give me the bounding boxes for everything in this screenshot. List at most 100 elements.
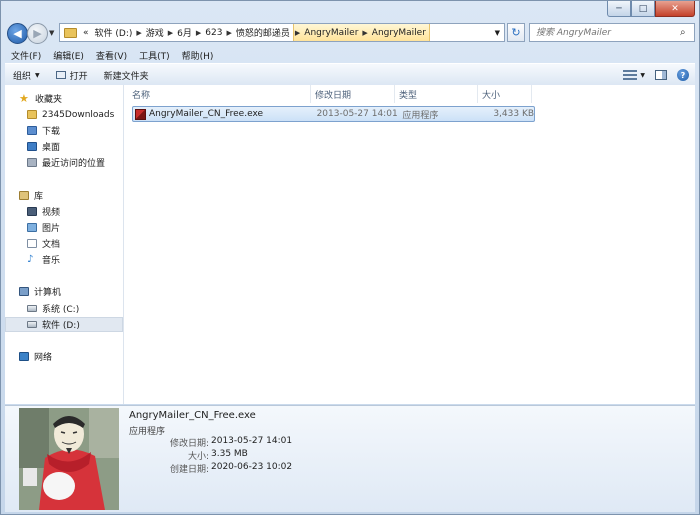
caption-buttons: ─ □ ✕ [607, 1, 695, 17]
sidebar-item-drive-d[interactable]: 软件 (D:) [5, 317, 123, 332]
folder-icon [27, 110, 37, 119]
breadcrumb-angrymailer-1[interactable]: AngryMailer [301, 28, 361, 38]
sidebar-item-label: 音乐 [42, 256, 61, 266]
recent-places-icon [27, 158, 37, 167]
sidebar-item-label: 下载 [42, 127, 61, 137]
breadcrumb-arrow-icon[interactable]: ▶ [195, 29, 202, 37]
recent-pages-dropdown[interactable]: ▼ [49, 29, 54, 37]
close-button[interactable]: ✕ [655, 1, 695, 17]
menu-edit[interactable]: 编辑(E) [47, 49, 90, 62]
sidebar-item-libraries[interactable]: 库 [19, 188, 137, 203]
command-bar: 组织 ▼ 打开 新建文件夹 ▼ ? [5, 63, 695, 87]
details-pane: AngryMailer_CN_Free.exe 应用程序 修改日期: 2013-… [5, 405, 695, 512]
drive-icon [27, 305, 37, 312]
breadcrumb-angry-postman[interactable]: 愤怒的邮递员 [233, 26, 293, 39]
sidebar-item-label: 计算机 [34, 288, 62, 298]
breadcrumb-arrow-icon[interactable]: ▶ [225, 29, 232, 37]
details-file-name: AngryMailer_CN_Free.exe [129, 410, 256, 421]
column-headers: 名称 修改日期 类型 大小 [128, 85, 695, 103]
forward-button[interactable]: ▶ [27, 23, 48, 44]
chevron-down-icon: ▼ [640, 71, 645, 79]
breadcrumb-arrow-icon[interactable]: ▶ [135, 29, 142, 37]
address-bar[interactable]: « 软件 (D:) ▶ 游戏 ▶ 6月 ▶ 623 ▶ 愤怒的邮递员 ▶ Ang… [59, 23, 505, 42]
breadcrumb-arrow-icon[interactable]: ▶ [167, 29, 174, 37]
sidebar-item-favorites[interactable]: ★ 收藏夹 [19, 91, 137, 106]
column-header-date[interactable]: 修改日期 [311, 85, 395, 103]
file-name: AngryMailer_CN_Free.exe [148, 109, 264, 119]
music-note-icon: ♪ [27, 253, 34, 265]
sidebar-item-label: 软件 (D:) [42, 321, 80, 331]
organize-button[interactable]: 组织 ▼ [5, 69, 48, 82]
breadcrumb-highlight: ▶ AngryMailer ▶ AngryMailer [292, 24, 430, 41]
sidebar-item-label: 系统 (C:) [42, 305, 80, 315]
file-type: 应用程序 [402, 110, 439, 121]
breadcrumb-623[interactable]: 623 [202, 28, 225, 38]
menu-file[interactable]: 文件(F) [5, 49, 47, 62]
new-folder-button[interactable]: 新建文件夹 [96, 69, 157, 82]
computer-icon [19, 287, 29, 296]
details-created-row: 创建日期: 2020-06-23 10:02 [129, 462, 379, 475]
details-size-value: 3.35 MB [211, 449, 248, 459]
navigation-bar: ◀ ▶ ▼ « 软件 (D:) ▶ 游戏 ▶ 6月 ▶ 623 ▶ 愤怒的邮递员… [7, 21, 695, 45]
network-icon [19, 352, 29, 361]
back-button[interactable]: ◀ [7, 23, 28, 44]
minimize-button[interactable]: ─ [607, 1, 631, 17]
sidebar-item-label: 网络 [34, 353, 53, 363]
breadcrumb-drive[interactable]: 软件 (D:) [92, 26, 136, 39]
details-size-row: 大小: 3.35 MB [129, 449, 379, 462]
desktop-icon [27, 142, 37, 151]
open-label: 打开 [69, 71, 88, 82]
search-icon[interactable]: ⌕ [680, 27, 694, 38]
download-folder-icon [27, 126, 37, 135]
toolbar-right: ▼ ? [623, 69, 695, 81]
details-created-label: 创建日期: [169, 465, 209, 475]
sidebar-item-label: 收藏夹 [35, 95, 63, 105]
breadcrumb-arrow-icon[interactable]: ▶ [294, 29, 301, 37]
new-folder-label: 新建文件夹 [103, 71, 149, 82]
address-overflow[interactable]: « [80, 28, 92, 38]
breadcrumb-june[interactable]: 6月 [174, 26, 195, 39]
file-list[interactable]: 名称 修改日期 类型 大小 AngryMailer_CN_Free.exe 20… [124, 85, 695, 404]
file-thumbnail [19, 408, 119, 510]
column-header-size[interactable]: 大小 [478, 85, 532, 103]
menu-tools[interactable]: 工具(T) [133, 49, 176, 62]
sidebar-item-label: 图片 [42, 224, 61, 234]
details-created-value: 2020-06-23 10:02 [211, 462, 293, 472]
app-icon [135, 108, 146, 120]
breadcrumb-games[interactable]: 游戏 [143, 26, 167, 39]
details-modified-value: 2013-05-27 14:01 [211, 436, 293, 446]
help-icon[interactable]: ? [677, 69, 689, 81]
thumbnail-image [19, 408, 119, 510]
sidebar-item-label: 库 [34, 192, 44, 202]
details-size-label: 大小: [187, 452, 209, 462]
sidebar-item-label: 2345Downloads [42, 109, 115, 120]
column-header-name[interactable]: 名称 [128, 85, 311, 103]
menu-view[interactable]: 查看(V) [90, 49, 133, 62]
breadcrumb-angrymailer-2[interactable]: AngryMailer [369, 28, 429, 38]
sidebar-item-computer[interactable]: 计算机 [19, 284, 137, 299]
refresh-button[interactable]: ↻ [507, 23, 525, 42]
main-area: ★ 收藏夹 2345Downloads 下载 桌面 最近访问的位置 库 视频 图… [5, 85, 695, 404]
explorer-window: ─ □ ✕ ◀ ▶ ▼ « 软件 (D:) ▶ 游戏 ▶ 6月 ▶ 623 ▶ … [0, 0, 700, 515]
breadcrumb-arrow-icon[interactable]: ▶ [361, 29, 368, 37]
sidebar-item-label: 桌面 [42, 143, 61, 153]
chevron-down-icon: ▼ [35, 71, 40, 79]
menu-help[interactable]: 帮助(H) [176, 49, 220, 62]
library-icon [19, 191, 29, 200]
column-header-type[interactable]: 类型 [395, 85, 478, 103]
maximize-button[interactable]: □ [631, 1, 655, 17]
open-button[interactable]: 打开 [48, 69, 96, 82]
file-date: 2013-05-27 14:01 [316, 109, 398, 119]
preview-pane-icon[interactable] [655, 70, 667, 80]
sidebar-item-network[interactable]: 网络 [19, 349, 137, 364]
star-icon: ★ [19, 92, 29, 105]
search-input[interactable] [530, 26, 680, 39]
picture-icon [27, 223, 37, 232]
change-view-button[interactable]: ▼ [623, 70, 645, 80]
navigation-pane[interactable]: ★ 收藏夹 2345Downloads 下载 桌面 最近访问的位置 库 视频 图… [5, 85, 124, 404]
search-box[interactable]: ⌕ [529, 23, 695, 42]
address-dropdown-icon[interactable]: ▼ [491, 29, 504, 37]
table-row[interactable]: AngryMailer_CN_Free.exe 2013-05-27 14:01… [132, 106, 535, 122]
open-icon [55, 71, 66, 79]
document-icon [27, 239, 37, 248]
